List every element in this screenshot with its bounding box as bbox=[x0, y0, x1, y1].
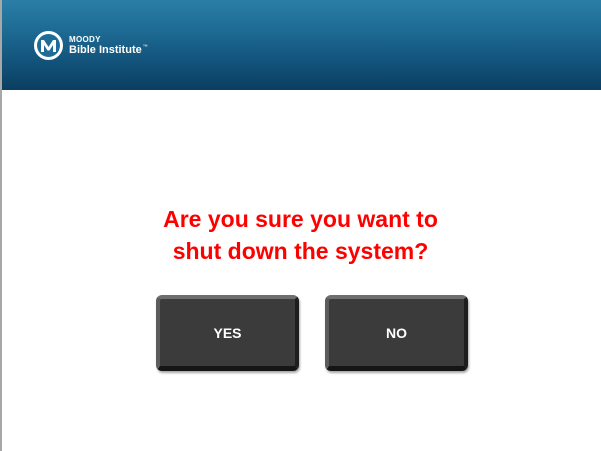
logo-line-moody: MOODY bbox=[69, 34, 101, 44]
shutdown-confirmation-question: Are you sure you want to shut down the s… bbox=[0, 203, 601, 267]
yes-button[interactable]: YES bbox=[156, 295, 299, 371]
header-banner: MOODY Bible Institute™ bbox=[2, 0, 601, 90]
moody-logo: MOODY Bible Institute™ bbox=[34, 31, 148, 60]
question-line-2: shut down the system? bbox=[172, 238, 429, 264]
logo-line-bible-institute: Bible Institute™ bbox=[69, 43, 148, 56]
moody-m-logo-icon bbox=[34, 31, 63, 60]
no-button[interactable]: NO bbox=[325, 295, 468, 371]
question-line-1: Are you sure you want to bbox=[163, 206, 438, 232]
trademark-mark: ™ bbox=[142, 43, 148, 50]
logo-text: MOODY Bible Institute™ bbox=[69, 34, 148, 56]
